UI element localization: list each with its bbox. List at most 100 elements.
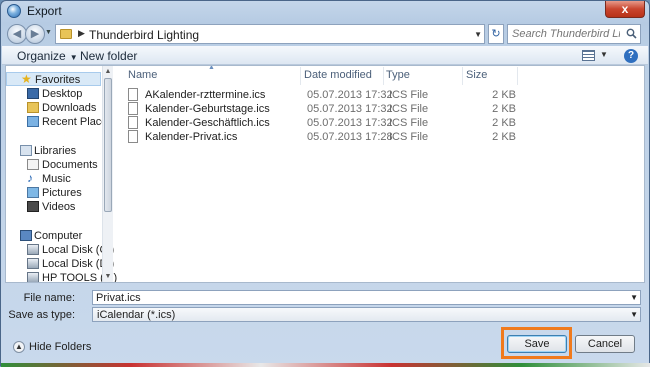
column-divider[interactable] (383, 67, 384, 85)
forward-arrow-icon: ▶ (30, 28, 40, 40)
libraries-icon (20, 145, 32, 156)
sidebar-item-label: Favorites (35, 74, 81, 86)
file-icon (128, 130, 138, 143)
refresh-icon: ↻ (491, 28, 501, 40)
save-as-type-label: Save as type: (8, 309, 75, 321)
music-icon: ♪ (27, 171, 33, 185)
file-icon (128, 116, 138, 129)
sidebar-item-documents[interactable]: Documents (6, 158, 101, 172)
breadcrumb-current[interactable]: Thunderbird Lighting (89, 28, 199, 42)
chevron-down-icon[interactable]: ▼ (630, 293, 638, 302)
sidebar-item-downloads[interactable]: Downloads (6, 101, 101, 115)
file-date: 05.07.2013 17:32 (307, 103, 393, 115)
file-name: Kalender-Geschäftlich.ics (145, 117, 270, 129)
sidebar-item-music[interactable]: ♪ Music (6, 172, 101, 186)
disk-icon (27, 272, 39, 282)
sidebar-item-local-disk-d[interactable]: Local Disk (D:) (6, 257, 114, 271)
forward-button[interactable]: ▶ (25, 24, 45, 44)
organize-menu[interactable]: Organize ▼ (17, 49, 78, 63)
scroll-down-icon[interactable]: ▼ (103, 271, 113, 282)
search-input[interactable] (512, 27, 620, 41)
downloads-icon (27, 102, 39, 113)
table-row[interactable]: AKalender-rzttermine.ics 05.07.2013 17:3… (128, 88, 638, 102)
file-name-label: File name: (23, 292, 75, 304)
sidebar-item-label: Videos (42, 201, 76, 213)
pictures-icon (27, 187, 39, 198)
disk-icon (27, 244, 39, 255)
help-icon[interactable]: ? (624, 49, 638, 63)
hide-folders-label: Hide Folders (29, 341, 92, 353)
table-row[interactable]: Kalender-Geburtstage.ics 05.07.2013 17:3… (128, 102, 638, 116)
file-name-field[interactable] (96, 292, 616, 304)
refresh-button[interactable]: ↻ (488, 24, 504, 44)
star-icon: ★ (21, 72, 32, 86)
address-bar[interactable]: ▶ Thunderbird Lighting ▼ (55, 24, 485, 44)
thunderbird-icon (7, 4, 21, 18)
scroll-up-icon[interactable]: ▲ (103, 66, 113, 77)
column-header-size[interactable]: Size (466, 69, 487, 81)
file-name: Kalender-Privat.ics (145, 131, 238, 143)
videos-icon (27, 201, 39, 212)
view-options-icon[interactable] (582, 50, 595, 61)
sidebar-item-label: Computer (34, 230, 83, 242)
scrollbar-thumb[interactable] (104, 78, 112, 212)
sidebar-item-label: Desktop (42, 88, 83, 100)
cancel-button[interactable]: Cancel (575, 335, 635, 353)
file-icon (128, 102, 138, 115)
documents-icon (27, 159, 39, 170)
file-icon (128, 88, 138, 101)
sidebar-item-desktop[interactable]: Desktop (6, 87, 101, 101)
file-name-combobox[interactable]: ▼ (92, 290, 641, 305)
view-dropdown-icon[interactable]: ▼ (600, 50, 608, 59)
desktop-icon (27, 88, 39, 99)
close-button[interactable]: x (605, 1, 645, 18)
save-button[interactable]: Save (507, 335, 567, 353)
sort-ascending-icon: ▲ (208, 65, 215, 71)
file-date: 05.07.2013 17:32 (307, 117, 393, 129)
sidebar-item-computer[interactable]: Computer (6, 229, 101, 243)
browser-pane: ★ Favorites Desktop Downloads Recent Pla… (5, 65, 645, 283)
sidebar-item-local-disk-c[interactable]: Local Disk (C:) (6, 243, 114, 257)
file-size: 2 KB (492, 117, 516, 129)
chevron-up-icon: ▲ (13, 341, 25, 353)
file-list: ▲ Name Date modified Type Size AKalender… (120, 66, 644, 282)
column-divider[interactable] (300, 67, 301, 85)
sidebar-item-favorites[interactable]: ★ Favorites (6, 72, 101, 86)
chevron-down-icon: ▼ (69, 53, 78, 62)
column-divider[interactable] (517, 67, 518, 85)
toolbar: Organize ▼ New folder ▼ ? (2, 46, 648, 65)
column-divider[interactable] (462, 67, 463, 85)
sidebar-item-libraries[interactable]: Libraries (6, 144, 101, 158)
file-date: 05.07.2013 17:32 (307, 89, 393, 101)
sidebar-item-videos[interactable]: Videos (6, 200, 101, 214)
back-arrow-icon: ◀ (12, 28, 22, 40)
chevron-down-icon[interactable]: ▼ (630, 310, 638, 319)
sidebar-item-label: Music (42, 173, 71, 185)
save-as-type-select[interactable]: iCalendar (*.ics) ▼ (92, 307, 641, 322)
save-as-type-value: iCalendar (*.ics) (97, 309, 176, 321)
breadcrumb-arrow-icon[interactable]: ▶ (78, 28, 85, 39)
back-button[interactable]: ◀ (7, 24, 27, 44)
recent-pages-dropdown-icon[interactable]: ▼ (45, 29, 52, 36)
sidebar-item-hp-tools-f[interactable]: HP TOOLS (F:) (6, 271, 117, 282)
column-header-name[interactable]: Name (128, 69, 157, 81)
column-header-date-modified[interactable]: Date modified (304, 69, 372, 81)
sidebar-item-label: Libraries (34, 145, 77, 157)
search-box[interactable] (507, 24, 641, 44)
navigation-scrollbar[interactable]: ▲ ▼ (102, 66, 113, 282)
sidebar-item-recent-places[interactable]: Recent Places (6, 115, 113, 129)
sidebar-item-label: Pictures (42, 187, 82, 199)
file-type: ICS File (389, 89, 429, 101)
sidebar-item-pictures[interactable]: Pictures (6, 186, 101, 200)
sidebar-item-label: Documents (42, 159, 98, 171)
file-type: ICS File (389, 103, 429, 115)
new-folder-button[interactable]: New folder (80, 49, 137, 63)
column-header-type[interactable]: Type (386, 69, 410, 81)
table-row[interactable]: Kalender-Privat.ics 05.07.2013 17:28 ICS… (128, 130, 638, 144)
recent-places-icon (27, 116, 39, 127)
sidebar-item-label: Downloads (42, 102, 97, 114)
address-dropdown-icon[interactable]: ▼ (474, 30, 482, 39)
title-bar: Export x (1, 1, 649, 21)
file-date: 05.07.2013 17:28 (307, 131, 393, 143)
table-row[interactable]: Kalender-Geschäftlich.ics 05.07.2013 17:… (128, 116, 638, 130)
